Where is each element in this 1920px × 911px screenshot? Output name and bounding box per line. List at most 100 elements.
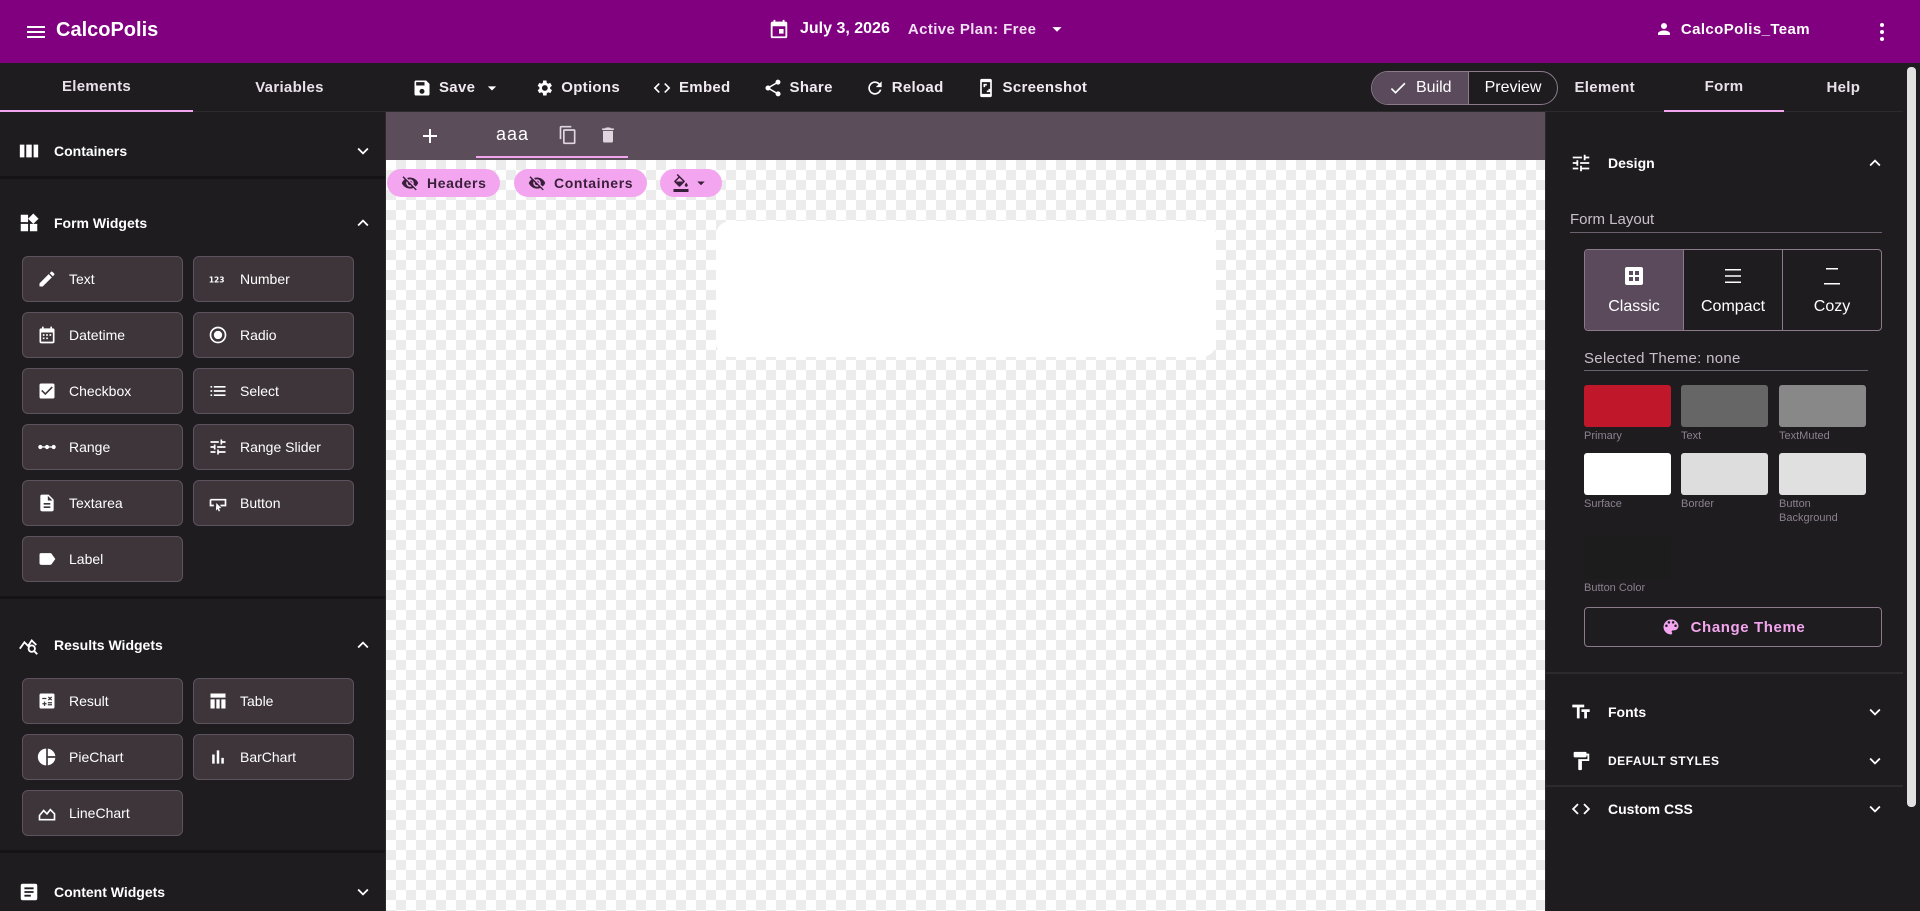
widget-result-button[interactable]: Result [22,678,183,724]
form-layout-selector: Classic Compact Cozy [1584,249,1882,331]
fonts-title: Fonts [1608,704,1647,720]
color-swatch-button-color[interactable] [1584,537,1671,579]
form-layout-label: Form Layout [1570,211,1882,233]
section-divider [0,596,385,599]
widget-label-button[interactable]: Label [22,536,183,582]
range-dots-icon [37,437,69,457]
color-swatch-textmuted[interactable] [1779,385,1866,427]
form-widgets-title: Form Widgets [54,215,148,231]
chevron-down-icon[interactable] [1046,18,1068,40]
widget-piechart-button[interactable]: PieChart [22,734,183,780]
reload-button[interactable]: Reload [849,70,960,106]
swatch-label: TextMuted [1779,430,1830,442]
save-button[interactable]: Save [396,70,518,106]
active-plan-dropdown[interactable]: Active Plan: Free [908,21,1037,38]
more-vert-icon[interactable] [1870,20,1894,44]
label-tag-icon [37,549,69,569]
embed-button[interactable]: Embed [636,70,747,106]
widget-select-button[interactable]: Select [193,368,354,414]
widget-textarea-button[interactable]: Textarea [22,480,183,526]
add-page-icon[interactable] [418,124,442,148]
color-swatch-primary[interactable] [1584,385,1671,427]
phone-screenshot-icon [976,78,996,98]
area-chart-icon [37,803,69,823]
widget-text-button[interactable]: Text [22,256,183,302]
containers-section-header[interactable]: Containers [0,136,385,166]
chevron-down-icon [692,174,710,192]
layout-compact-button[interactable]: Compact [1683,250,1782,330]
color-swatch-surface[interactable] [1584,453,1671,495]
share-button[interactable]: Share [747,70,849,106]
widget-label: Range Slider [240,439,321,455]
tab-variables[interactable]: Variables [193,63,386,112]
pencil-icon [37,269,69,289]
scrollbar-thumb[interactable] [1907,67,1916,807]
hamburger-menu-icon[interactable] [24,20,48,44]
chevron-up-icon [352,212,374,234]
content-widgets-section-header[interactable]: Content Widgets [0,877,385,907]
default-styles-section-header[interactable]: DEFAULT STYLES [1546,746,1904,776]
layout-label: Compact [1700,298,1766,315]
widget-checkbox-button[interactable]: Checkbox [22,368,183,414]
calculate-icon [37,691,69,711]
widget-range-slider-button[interactable]: Range Slider [193,424,354,470]
preview-mode-button[interactable]: Preview [1467,72,1558,104]
widget-radio-button[interactable]: Radio [193,312,354,358]
widget-table-button[interactable]: Table [193,678,354,724]
widget-linechart-button[interactable]: LineChart [22,790,183,836]
calendar-icon [37,325,69,345]
custom-css-section-header[interactable]: Custom CSS [1546,794,1904,824]
visibility-off-icon [401,174,419,192]
build-mode-button[interactable]: Build [1372,72,1468,104]
radio-icon [208,325,240,345]
results-widgets-section-header[interactable]: Results Widgets [0,630,385,660]
content-widgets-title: Content Widgets [54,884,166,900]
widget-button-button[interactable]: Button [193,480,354,526]
containers-chip-label: Containers [554,175,634,191]
copy-icon[interactable] [558,125,578,145]
widget-label: Label [69,551,104,567]
page-tab[interactable]: aaa [476,112,628,158]
results-widgets-title: Results Widgets [54,637,163,653]
widget-label: BarChart [240,749,297,765]
change-theme-button[interactable]: Change Theme [1584,607,1882,647]
widget-label: Radio [240,327,277,343]
design-section-header[interactable]: Design [1546,148,1904,178]
tab-element[interactable]: Element [1545,63,1664,112]
fonts-section-header[interactable]: Fonts [1546,697,1904,727]
tab-help[interactable]: Help [1784,63,1903,112]
options-button[interactable]: Options [518,70,636,106]
color-swatch-border[interactable] [1681,453,1768,495]
section-divider [0,176,385,179]
tab-form[interactable]: Form [1664,63,1784,112]
build-label: Build [1416,79,1452,96]
default-styles-title: DEFAULT STYLES [1608,754,1720,768]
number-icon: 123 [208,269,240,289]
background-color-chip[interactable] [660,169,722,197]
widget-label: Textarea [69,495,123,511]
widget-barchart-button[interactable]: BarChart [193,734,354,780]
delete-icon[interactable] [598,125,618,145]
layout-classic-button[interactable]: Classic [1585,250,1683,330]
tab-elements[interactable]: Elements [0,63,193,112]
layout-cozy-button[interactable]: Cozy [1782,250,1881,330]
widget-range-button[interactable]: Range [22,424,183,470]
form-widgets-section-header[interactable]: Form Widgets [0,208,385,238]
form-card[interactable] [716,221,1216,357]
user-account-button[interactable]: CalcoPolis_Team [1655,20,1810,38]
screenshot-button[interactable]: Screenshot [960,70,1104,106]
color-swatch-button-background[interactable] [1779,453,1866,495]
widget-label: Checkbox [69,383,132,399]
widget-datetime-button[interactable]: Datetime [22,312,183,358]
form-settings-panel: Design Form Layout Classic Compact Cozy … [1545,112,1904,911]
toggle-headers-chip[interactable]: Headers [387,169,501,197]
section-divider [1546,672,1904,674]
widget-label: LineChart [69,805,130,821]
color-swatch-text[interactable] [1681,385,1768,427]
app-title: CalcoPolis [56,19,159,41]
list-icon [208,381,240,401]
form-canvas[interactable]: Headers Containers [386,160,1545,911]
toggle-containers-chip[interactable]: Containers [514,169,648,197]
widget-number-button[interactable]: 123 Number [193,256,354,302]
page-scrollbar[interactable] [1903,63,1920,911]
